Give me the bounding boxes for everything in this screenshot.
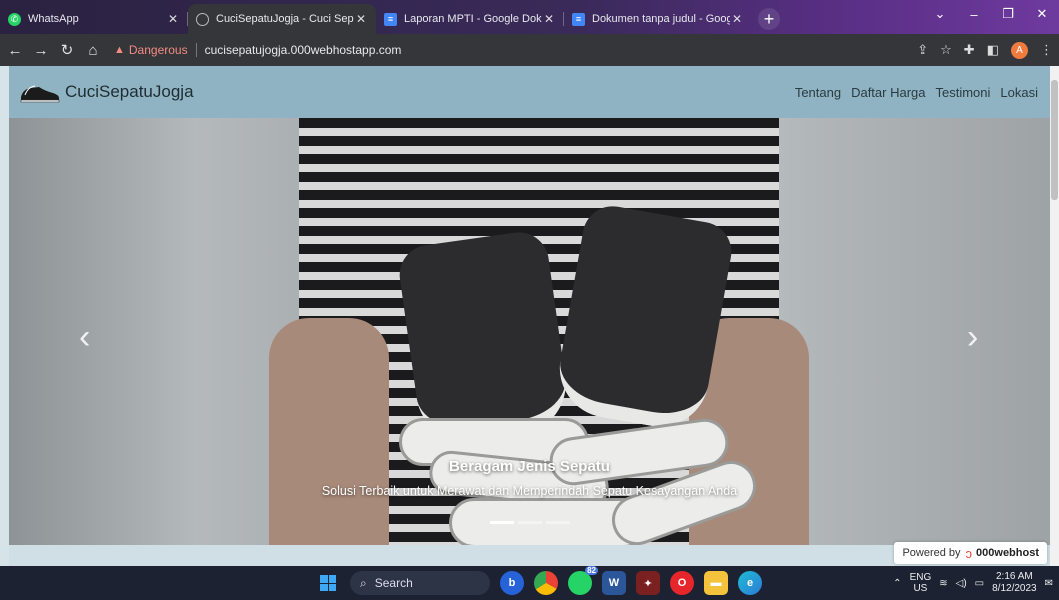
close-tab-icon[interactable]: ✕ xyxy=(354,12,368,26)
tab-title: Laporan MPTI - Google Dokumen xyxy=(404,13,542,25)
address-divider xyxy=(195,43,197,57)
extensions-puzzle-icon[interactable]: ✚ xyxy=(964,42,975,58)
scrollbar-thumb[interactable] xyxy=(1051,80,1058,200)
windows-start-icon[interactable] xyxy=(320,575,336,591)
security-status[interactable]: Dangerous xyxy=(129,43,188,57)
nav-link-testimoni[interactable]: Testimoni xyxy=(936,85,991,100)
file-explorer-icon[interactable]: ▬ xyxy=(704,571,728,595)
notification-badge: 82 xyxy=(585,566,598,575)
search-placeholder: Search xyxy=(374,576,413,590)
browser-tab-strip: ✆ WhatsApp ✕ CuciSepatuJogja - Cuci Sepa… xyxy=(0,0,1059,34)
wifi-icon[interactable]: ≋ xyxy=(939,578,947,589)
edge-icon[interactable]: e xyxy=(738,571,762,595)
page-scrollbar[interactable] xyxy=(1050,66,1059,566)
restore-button[interactable]: ❐ xyxy=(991,0,1025,28)
powered-by-label: Powered by xyxy=(902,547,961,559)
clock-time: 2:16 AM xyxy=(996,571,1033,582)
home-icon[interactable]: ⌂ xyxy=(82,42,104,59)
close-tab-icon[interactable]: ✕ xyxy=(730,12,744,26)
profile-avatar[interactable]: A xyxy=(1011,41,1028,59)
whatsapp-icon: ✆ xyxy=(8,12,21,26)
site-brand[interactable]: CuciSepatuJogja xyxy=(19,81,194,103)
tab-whatsapp[interactable]: ✆ WhatsApp ✕ xyxy=(0,4,188,34)
chrome-icon[interactable] xyxy=(534,571,558,595)
nav-link-tentang[interactable]: Tentang xyxy=(795,85,841,100)
toolbar-actions: ⇪ ☆ ✚ ◧ A ⋮ xyxy=(917,34,1053,66)
bing-icon[interactable]: b xyxy=(500,571,524,595)
language-indicator[interactable]: ENG US xyxy=(910,572,932,594)
000webhost-logo-icon: ↄ xyxy=(965,545,973,561)
clock-date: 8/12/2023 xyxy=(992,583,1037,594)
share-icon[interactable]: ⇪ xyxy=(917,42,928,58)
game-app-icon[interactable]: ✦ xyxy=(636,571,660,595)
bookmark-star-icon[interactable]: ☆ xyxy=(940,42,952,58)
carousel-indicator-3[interactable] xyxy=(546,521,570,524)
url-text[interactable]: cucisepatujogja.000webhostapp.com xyxy=(205,43,402,57)
carousel-next-button[interactable]: › xyxy=(967,318,978,357)
nav-link-daftar-harga[interactable]: Daftar Harga xyxy=(851,85,925,100)
carousel-indicators xyxy=(490,521,570,524)
tab-title: WhatsApp xyxy=(28,13,79,25)
search-icon: ⌕ xyxy=(360,575,367,590)
address-bar[interactable]: ▲ Dangerous cucisepatujogja.000webhostap… xyxy=(114,43,401,57)
region-code: US xyxy=(913,583,928,594)
left-sneaker xyxy=(395,228,573,448)
clock[interactable]: 2:16 AM 8/12/2023 xyxy=(992,571,1037,595)
google-docs-icon: ≡ xyxy=(572,12,585,26)
volume-icon[interactable]: ◁) xyxy=(956,578,967,589)
carousel-indicator-2[interactable] xyxy=(518,521,542,524)
globe-icon xyxy=(196,12,209,26)
system-tray: ⌃ ENG US ≋ ◁) ▭ 2:16 AM 8/12/2023 ✉ xyxy=(893,566,1053,600)
site-nav-links: Tentang Daftar Harga Testimoni Lokasi xyxy=(795,85,1038,100)
taskbar-search-box[interactable]: ⌕ Search xyxy=(350,571,490,595)
tab-laporan-mpti[interactable]: ≡ Laporan MPTI - Google Dokumen ✕ xyxy=(376,4,564,34)
new-tab-button[interactable]: + xyxy=(758,8,780,30)
notifications-icon[interactable]: ✉ xyxy=(1045,578,1053,589)
battery-icon[interactable]: ▭ xyxy=(975,578,984,589)
tab-search-chevron-icon[interactable]: ⌄ xyxy=(923,0,957,28)
carousel-caption-title: Beragam Jenis Sepatu xyxy=(449,458,610,475)
reload-icon[interactable]: ↻ xyxy=(56,41,78,59)
tab-title: CuciSepatuJogja - Cuci Sepatu Pr xyxy=(216,13,354,25)
sneaker-logo-icon xyxy=(20,85,60,103)
carousel-caption-subtitle: Solusi Terbaik untuk Merawat dan Memperi… xyxy=(321,484,738,498)
nav-link-lokasi[interactable]: Lokasi xyxy=(1000,85,1038,100)
warning-icon[interactable]: ▲ xyxy=(114,44,125,56)
menu-kebab-icon[interactable]: ⋮ xyxy=(1040,42,1053,58)
hero-carousel: ‹ › Beragam Jenis Sepatu Solusi Terbaik … xyxy=(9,118,1050,545)
close-tab-icon[interactable]: ✕ xyxy=(166,12,180,26)
left-arm xyxy=(269,318,389,545)
page-viewport: CuciSepatuJogja Tentang Daftar Harga Tes… xyxy=(0,66,1059,566)
google-docs-icon: ≡ xyxy=(384,12,397,26)
show-hidden-icons-chevron-icon[interactable]: ⌃ xyxy=(893,578,901,589)
language-code: ENG xyxy=(909,572,932,583)
carousel-indicator-1[interactable] xyxy=(490,521,514,524)
carousel-prev-button[interactable]: ‹ xyxy=(79,318,90,357)
windows-taskbar: ⌕ Search b 82 W ✦ O ▬ e ⌃ ENG US ≋ ◁) ▭ … xyxy=(0,566,1059,600)
close-window-button[interactable]: ✕ xyxy=(1025,0,1059,28)
tab-dokumen-tanpa-judul[interactable]: ≡ Dokumen tanpa judul - Google D ✕ xyxy=(564,4,752,34)
powered-by-badge[interactable]: Powered by ↄ 000webhost xyxy=(894,542,1047,564)
close-tab-icon[interactable]: ✕ xyxy=(542,12,556,26)
back-icon[interactable]: ← xyxy=(4,42,26,59)
window-controls: ⌄ – ❐ ✕ xyxy=(923,0,1059,28)
word-icon[interactable]: W xyxy=(602,571,626,595)
opera-icon[interactable]: O xyxy=(670,571,694,595)
tab-cucisepatujogja[interactable]: CuciSepatuJogja - Cuci Sepatu Pr ✕ xyxy=(188,4,376,34)
brand-name: CuciSepatuJogja xyxy=(65,82,194,101)
taskbar-apps: b 82 W ✦ O ▬ e xyxy=(500,566,762,595)
side-panel-icon[interactable]: ◧ xyxy=(987,42,999,58)
minimize-button[interactable]: – xyxy=(957,0,991,28)
whatsapp-icon[interactable]: 82 xyxy=(568,566,598,595)
host-brand: 000webhost xyxy=(976,547,1039,559)
forward-icon[interactable]: → xyxy=(30,42,52,59)
tab-title: Dokumen tanpa judul - Google D xyxy=(592,13,730,25)
browser-toolbar: ← → ↻ ⌂ ▲ Dangerous cucisepatujogja.000w… xyxy=(0,34,1059,66)
site-navbar: CuciSepatuJogja Tentang Daftar Harga Tes… xyxy=(9,66,1050,118)
